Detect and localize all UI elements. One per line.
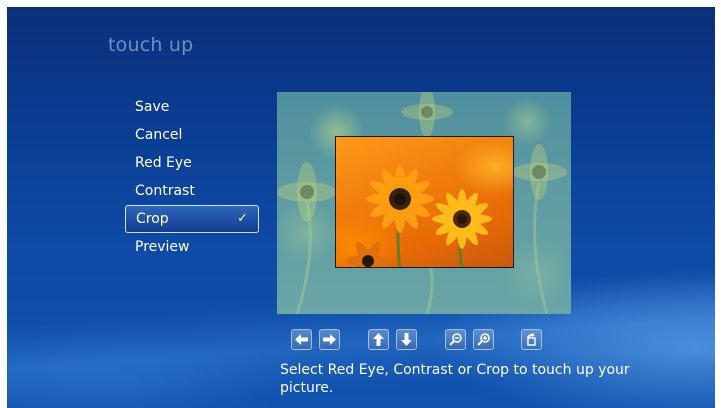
crop-region[interactable] — [335, 136, 514, 268]
zoom-out-button[interactable] — [445, 329, 466, 350]
zoom-in-button[interactable] — [473, 329, 494, 350]
menu-item-save[interactable]: Save — [125, 93, 259, 121]
zoom-in-icon — [477, 333, 490, 346]
menu-item-label: Red Eye — [135, 155, 192, 171]
arrow-up-icon — [373, 333, 384, 346]
instruction-text: Select Red Eye, Contrast or Crop to touc… — [280, 362, 630, 396]
menu-item-label: Preview — [135, 239, 190, 255]
pan-right-button[interactable] — [319, 329, 340, 350]
arrow-down-icon — [401, 333, 412, 346]
pan-down-button[interactable] — [396, 329, 417, 350]
menu-item-red-eye[interactable]: Red Eye — [125, 149, 259, 177]
menu-item-crop[interactable]: Crop ✓ — [125, 205, 259, 233]
media-center-screen: touch up Save Cancel Red Eye Contrast Cr… — [7, 7, 715, 408]
menu-item-label: Crop — [136, 211, 169, 227]
rotate-button[interactable] — [521, 329, 542, 350]
menu-item-label: Contrast — [135, 183, 195, 199]
menu-item-cancel[interactable]: Cancel — [125, 121, 259, 149]
pan-up-button[interactable] — [368, 329, 389, 350]
menu-item-preview[interactable]: Preview — [125, 233, 259, 261]
page-title: touch up — [108, 34, 194, 56]
arrow-left-icon — [295, 334, 308, 345]
menu-item-label: Save — [135, 99, 170, 115]
arrow-right-icon — [323, 334, 336, 345]
pan-left-button[interactable] — [291, 329, 312, 350]
menu-item-label: Cancel — [135, 127, 183, 143]
zoom-out-icon — [449, 333, 462, 346]
menu-item-contrast[interactable]: Contrast — [125, 177, 259, 205]
checkmark-icon: ✓ — [237, 211, 248, 226]
rotate-icon — [527, 333, 536, 346]
flower-photo — [346, 165, 492, 267]
touch-up-menu: Save Cancel Red Eye Contrast Crop ✓ Prev… — [125, 93, 259, 261]
